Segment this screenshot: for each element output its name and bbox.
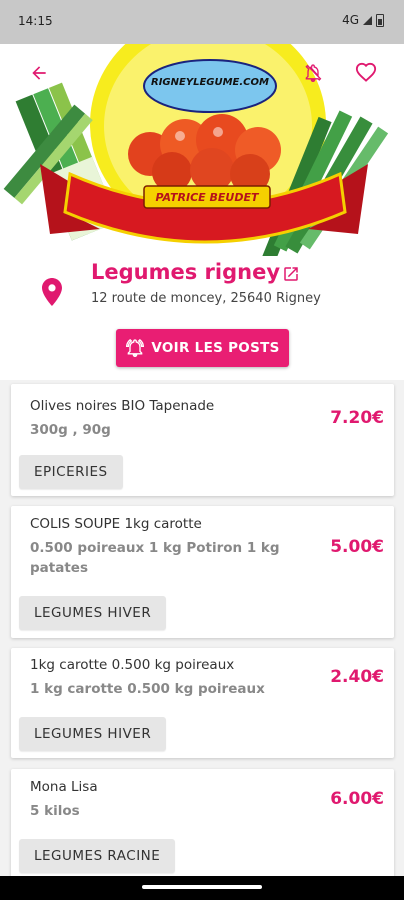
network-type: 4G <box>342 13 359 27</box>
product-description: 1 kg carotte 0.500 kg poireaux <box>30 681 265 697</box>
location-pin-icon <box>42 278 62 306</box>
logo-url-text: RIGNEYLEGUME.COM <box>151 77 269 88</box>
navigation-bar <box>0 876 404 900</box>
bell-off-icon <box>305 64 322 83</box>
status-time: 14:15 <box>18 14 53 28</box>
product-card[interactable]: 1kg carotte 0.500 kg poireaux 1 kg carot… <box>11 648 394 758</box>
product-category-chip[interactable]: LEGUMES HIVER <box>19 717 167 751</box>
back-button[interactable] <box>24 58 54 88</box>
product-card[interactable]: Mona Lisa 5 kilos 6.00€ LEGUMES RACINE <box>11 769 394 876</box>
notifications-toggle-button[interactable] <box>298 58 328 88</box>
shop-info-section: Legumes rigney 12 route de moncey, 25640… <box>0 256 404 380</box>
status-indicators: 4G <box>342 13 384 27</box>
product-price: 7.20€ <box>330 408 384 428</box>
product-card[interactable]: COLIS SOUPE 1kg carotte 0.500 poireaux 1… <box>11 506 394 638</box>
product-category-chip[interactable]: LEGUMES RACINE <box>19 839 176 873</box>
status-bar: 14:15 4G <box>0 0 404 44</box>
product-price: 5.00€ <box>330 537 384 557</box>
heart-outline-icon <box>355 62 377 82</box>
signal-icon <box>363 15 372 25</box>
product-title: COLIS SOUPE 1kg carotte <box>30 516 202 532</box>
logo-banner-text: PATRICE BEUDET <box>155 191 259 204</box>
product-list[interactable]: Olives noires BIO Tapenade 300g , 90g 7.… <box>0 380 404 876</box>
product-category-chip[interactable]: EPICERIES <box>19 455 123 489</box>
favorite-button[interactable] <box>351 58 381 88</box>
bell-ring-icon <box>126 338 145 358</box>
product-description: 0.500 poireaux 1 kg Potiron 1 kg patates <box>30 540 280 576</box>
product-description: 300g , 90g <box>30 422 111 438</box>
shop-logo-image <box>3 44 389 256</box>
open-in-new-icon[interactable] <box>282 265 300 283</box>
shop-logo-banner: RIGNEYLEGUME.COM PATRICE BEUDET <box>0 44 404 256</box>
product-price: 2.40€ <box>330 667 384 687</box>
view-posts-button[interactable]: VOIR LES POSTS <box>116 329 289 367</box>
home-gesture-handle[interactable] <box>142 885 262 889</box>
arrow-left-icon <box>32 66 46 80</box>
view-posts-label: VOIR LES POSTS <box>151 340 280 356</box>
product-price: 6.00€ <box>330 789 384 809</box>
product-card[interactable]: Olives noires BIO Tapenade 300g , 90g 7.… <box>11 384 394 496</box>
battery-icon <box>376 13 384 27</box>
shop-address: 12 route de moncey, 25640 Rigney <box>91 291 321 306</box>
shop-name[interactable]: Legumes rigney <box>91 260 280 284</box>
product-title: Olives noires BIO Tapenade <box>30 398 215 414</box>
product-title: 1kg carotte 0.500 kg poireaux <box>30 657 235 673</box>
product-title: Mona Lisa <box>30 779 98 795</box>
product-description: 5 kilos <box>30 803 80 819</box>
product-category-chip[interactable]: LEGUMES HIVER <box>19 596 167 630</box>
